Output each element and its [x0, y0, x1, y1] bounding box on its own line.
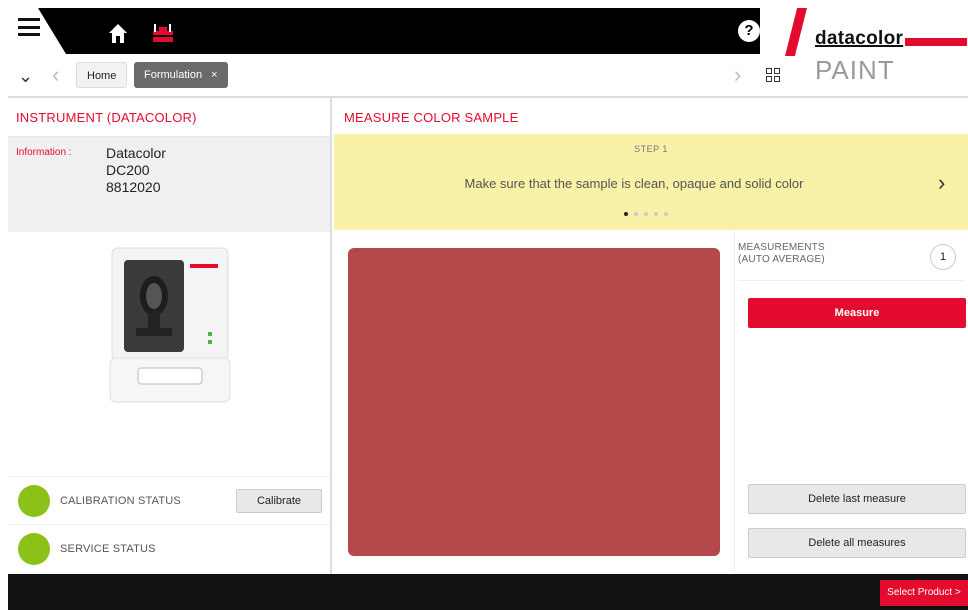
brand-name: datacolor — [815, 28, 904, 49]
step-dot[interactable] — [624, 212, 628, 216]
step-dots — [624, 212, 668, 216]
bottom-bar: Select Product > — [8, 574, 968, 610]
info-line: Datacolor — [106, 145, 166, 161]
delete-all-measures-button[interactable]: Delete all measures — [748, 528, 966, 558]
select-product-button[interactable]: Select Product > — [880, 580, 968, 606]
measure-button[interactable]: Measure — [748, 298, 966, 328]
step-dot[interactable] — [644, 212, 648, 216]
service-status-row: SERVICE STATUS — [8, 524, 330, 572]
step-banner: STEP 1 Make sure that the sample is clea… — [334, 134, 968, 230]
next-step-chevron-icon[interactable]: › — [938, 170, 945, 196]
service-status-label: SERVICE STATUS — [60, 543, 156, 555]
breadcrumb-home[interactable]: Home — [76, 62, 128, 88]
breadcrumb-formulation[interactable]: Formulation × — [134, 62, 228, 88]
back-chevron-icon[interactable]: ‹ — [52, 62, 59, 88]
measurement-count-badge: 1 — [930, 244, 956, 270]
measurements-divider — [738, 280, 964, 281]
step-dot[interactable] — [664, 212, 668, 216]
info-label: Information : — [16, 147, 72, 158]
column-divider — [734, 230, 735, 574]
calibrate-button[interactable]: Calibrate — [236, 489, 322, 513]
measurements-label: MEASUREMENTS (AUTO AVERAGE) — [738, 242, 825, 266]
hamburger-menu-icon[interactable] — [18, 18, 40, 36]
step-dot[interactable] — [634, 212, 638, 216]
measurements-label-line: (AUTO AVERAGE) — [738, 254, 825, 265]
brand-product: PAINT — [815, 55, 895, 85]
toolbox-icon[interactable] — [150, 22, 176, 44]
brand-logo: datacolor — [815, 28, 967, 50]
calibration-status-indicator — [18, 485, 50, 517]
color-sample-swatch — [348, 248, 720, 556]
calibration-status-label: CALIBRATION STATUS — [60, 495, 181, 507]
brand-bar — [905, 38, 967, 46]
measurements-label-line: MEASUREMENTS — [738, 242, 825, 253]
delete-last-measure-button[interactable]: Delete last measure — [748, 484, 966, 514]
calibration-status-row: CALIBRATION STATUS Calibrate — [8, 476, 330, 524]
help-icon[interactable]: ? — [738, 20, 760, 42]
step-dot[interactable] — [654, 212, 658, 216]
close-icon[interactable]: × — [211, 69, 217, 81]
spectrophotometer-image — [109, 247, 231, 403]
instrument-info: Information : Datacolor DC200 8812020 — [8, 136, 330, 232]
measure-panel-title: MEASURE COLOR SAMPLE — [344, 110, 519, 125]
info-values: Datacolor DC200 8812020 — [106, 145, 166, 196]
breadcrumb: ⌄ ‹ Home Formulation × › — [8, 56, 780, 94]
instrument-panel: INSTRUMENT (DATACOLOR) Information : Dat… — [8, 98, 332, 574]
info-line: 8812020 — [106, 179, 161, 195]
step-label: STEP 1 — [634, 144, 668, 154]
chevron-down-icon[interactable]: ⌄ — [18, 66, 33, 87]
measure-panel: MEASURE COLOR SAMPLE STEP 1 Make sure th… — [334, 98, 968, 574]
instrument-panel-title: INSTRUMENT (DATACOLOR) — [16, 110, 197, 125]
service-status-indicator — [18, 533, 50, 565]
home-icon[interactable] — [108, 22, 128, 44]
forward-chevron-icon[interactable]: › — [734, 62, 741, 88]
info-line: DC200 — [106, 162, 150, 178]
step-text: Make sure that the sample is clean, opaq… — [464, 176, 804, 191]
breadcrumb-formulation-label: Formulation — [144, 69, 203, 81]
grid-icon[interactable] — [766, 68, 780, 82]
